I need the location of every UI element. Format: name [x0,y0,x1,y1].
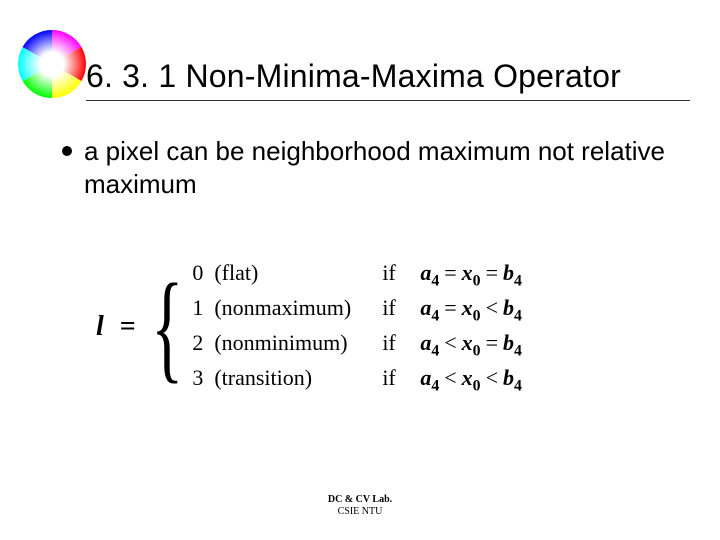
case-label: (transition) [214,363,382,393]
footer-dept: CSIE NTU [0,506,720,518]
case-condition: a4<x0=b4 [420,328,522,362]
case-row: 1 (nonmaximum) if a4=x0<b4 [192,293,522,327]
case-row: 2 (nonminimum) if a4<x0=b4 [192,328,522,362]
bullet-dot-icon [62,146,72,156]
case-value: 0 [192,258,214,288]
case-value: 3 [192,363,214,393]
case-label: (nonminimum) [214,328,382,358]
slide-title: 6. 3. 1 Non-Minima-Maxima Operator [86,58,621,95]
case-if: if [382,258,420,288]
case-row: 3 (transition) if a4<x0<b4 [192,363,522,397]
case-value: 2 [192,328,214,358]
case-if: if [382,363,420,393]
case-condition: a4=x0<b4 [420,293,522,327]
bullet-text: a pixel can be neighborhood maximum not … [84,135,672,202]
case-row: 0 (flat) if a4=x0=b4 [192,258,522,292]
title-underline [86,100,690,101]
case-if: if [382,293,420,323]
left-brace-icon: { [151,277,183,377]
case-condition: a4=x0=b4 [420,258,522,292]
case-value: 1 [192,293,214,323]
case-label: (nonmaximum) [214,293,382,323]
logo-icon [18,30,86,98]
formula-block: l = { 0 (flat) if a4=x0=b4 1 (nonmaximum… [96,258,522,397]
case-if: if [382,328,420,358]
formula-equals: = [120,311,136,343]
footer-lab: DC & CV Lab. [0,494,720,506]
formula-cases: 0 (flat) if a4=x0=b4 1 (nonmaximum) if a… [192,258,522,397]
formula-lhs: l [96,311,106,343]
footer: DC & CV Lab. CSIE NTU [0,494,720,518]
case-condition: a4<x0<b4 [420,363,522,397]
bullet-item: a pixel can be neighborhood maximum not … [62,135,672,202]
case-label: (flat) [214,258,382,288]
